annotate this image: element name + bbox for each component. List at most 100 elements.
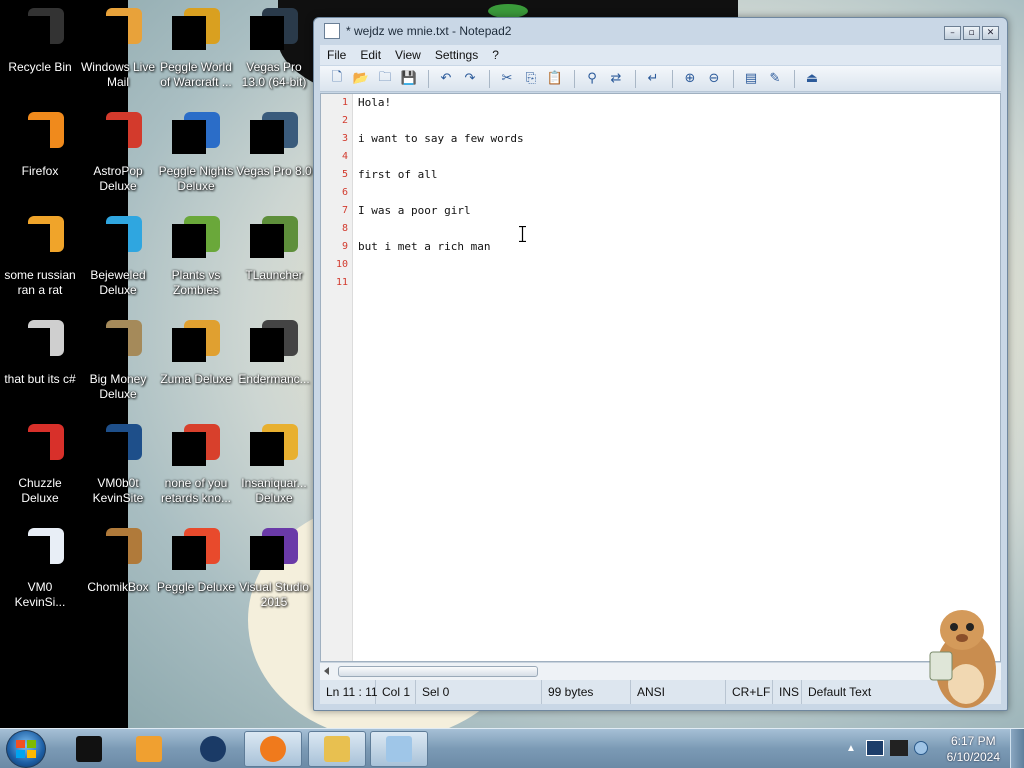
desktop-icon-label: Vegas Pro 8.0 <box>236 164 312 178</box>
zoom-out-icon[interactable]: ⊖ <box>703 69 725 89</box>
desktop-icon-peggle-nights-deluxe[interactable]: Peggle Nights Deluxe <box>156 112 236 194</box>
window-title: * wejdz we mnie.txt - Notepad2 <box>346 24 512 38</box>
menu-settings[interactable]: Settings <box>428 48 485 62</box>
desktop-icon-astropop-deluxe[interactable]: AstroPop Deluxe <box>78 112 158 194</box>
text-area[interactable]: Hola! i want to say a few words first of a… <box>358 94 1000 661</box>
desktop-icon-label: Chuzzle Deluxe <box>18 476 62 505</box>
cut-icon[interactable]: ✂ <box>496 69 518 89</box>
notepad2-window[interactable]: * wejdz we mnie.txt - Notepad2 – ▫ ✕ Fil… <box>313 17 1008 711</box>
desktop-icon-endermanch[interactable]: Endermanc... <box>234 320 314 387</box>
desktop-icon-label: VM0b0t KevinSite <box>92 476 144 505</box>
customize-icon[interactable]: ✎ <box>764 69 786 89</box>
wordwrap-icon[interactable]: ↵ <box>642 69 664 89</box>
desktop-icon-big-money-deluxe[interactable]: Big Money Deluxe <box>78 320 158 402</box>
tray-app-icon[interactable] <box>866 740 884 756</box>
status-bar: Ln 11 : 11 Col 1 Sel 0 99 bytes ANSI CR+… <box>320 680 1001 704</box>
start-button[interactable] <box>6 730 46 768</box>
taskbar-item-notepad2[interactable] <box>370 731 428 767</box>
desktop-icon-none-of-you[interactable]: none of you retards kno... <box>156 424 236 506</box>
redo-icon[interactable]: ↷ <box>459 69 481 89</box>
desktop-icon-some-russian-ran-a-rat[interactable]: some russian ran a rat <box>0 216 80 298</box>
desktop-icon-label: Endermanc... <box>238 372 310 386</box>
taskbar-item-media-player[interactable] <box>120 731 178 767</box>
text-line: i want to say a few words <box>358 132 524 145</box>
desktop-icon-zuma-deluxe[interactable]: Zuma Deluxe <box>156 320 236 387</box>
undo-icon[interactable]: ↶ <box>435 69 457 89</box>
open-icon[interactable]: 📂 <box>350 69 372 89</box>
desktop-icon-vm0b0t-kevinsite[interactable]: VM0b0t KevinSite <box>78 424 158 506</box>
scrollbar-thumb[interactable] <box>338 666 538 677</box>
tray-expand-icon[interactable]: ▲ <box>846 743 856 754</box>
editor[interactable]: 1 2 3 4 5 6 7 8 9 10 11 Hola! i want to say a few w… <box>320 93 1001 662</box>
desktop-icon-windows-live-mail[interactable]: Windows Live Mail <box>78 8 158 90</box>
desktop-icon-firefox[interactable]: Firefox <box>0 112 80 179</box>
find-icon[interactable]: ⚲ <box>581 69 603 89</box>
vm0b0t-kevinsite-icon <box>94 424 142 472</box>
close-button[interactable]: ✕ <box>982 26 999 40</box>
desktop-icon-peggle-deluxe[interactable]: Peggle Deluxe <box>156 528 236 595</box>
toolbar-separator <box>635 69 636 88</box>
taskbar-item-firefox[interactable] <box>244 731 302 767</box>
vegas-pro-8-icon <box>250 112 298 160</box>
desktop-icon-vegas-pro-8[interactable]: Vegas Pro 8.0 <box>234 112 314 179</box>
firefox-icon <box>260 736 286 762</box>
that-but-its-csharp-icon <box>16 320 64 368</box>
paste-icon[interactable]: 📋 <box>544 69 566 89</box>
menu-view[interactable]: View <box>388 48 428 62</box>
network-icon[interactable] <box>890 740 908 756</box>
media-player-icon <box>136 736 162 762</box>
replace-icon[interactable]: ⇄ <box>605 69 627 89</box>
hamster-mascot-icon <box>929 610 996 708</box>
window-controls: – ▫ ✕ <box>942 26 999 40</box>
desktop-icon-label: Insaniquar... Deluxe <box>241 476 307 505</box>
desktop-icon-label: Big Money Deluxe <box>89 372 147 401</box>
desktop-icon-recycle-bin[interactable]: Recycle Bin <box>0 8 80 75</box>
desktop-icon-label: Recycle Bin <box>8 60 72 74</box>
taskbar-item-globe[interactable] <box>184 731 242 767</box>
desktop-icon-bejeweled-deluxe[interactable]: Bejeweled Deluxe <box>78 216 158 298</box>
volume-icon[interactable] <box>914 741 928 755</box>
desktop-icon-chuzzle-deluxe[interactable]: Chuzzle Deluxe <box>0 424 80 506</box>
notepad-app-icon <box>324 23 340 39</box>
desktop-icon-vm0-kevinsite[interactable]: VM0 KevinSi... <box>0 528 80 610</box>
menu-help[interactable]: ? <box>485 48 506 62</box>
firefox-icon <box>16 112 64 160</box>
desktop-icon-visual-studio-2015[interactable]: Visual Studio 2015 <box>234 528 314 610</box>
zoom-in-icon[interactable]: ⊕ <box>679 69 701 89</box>
exit-icon[interactable]: ⏏ <box>801 69 823 89</box>
maximize-button[interactable]: ▫ <box>963 26 980 40</box>
astropop-deluxe-icon <box>94 112 142 160</box>
line-number: 9 <box>341 241 348 252</box>
desktop-icon-insaniquarium-deluxe[interactable]: Insaniquar... Deluxe <box>234 424 314 506</box>
desktop-icon-vegas-pro-13[interactable]: Vegas Pro 13.0 (64-bit) <box>234 8 314 90</box>
desktop-icon-label: ChomikBox <box>87 580 149 594</box>
copy-icon[interactable]: ⎘ <box>520 69 542 89</box>
scheme-icon[interactable]: ▤ <box>740 69 762 89</box>
taskbar-item-explorer[interactable] <box>308 731 366 767</box>
desktop-icon-plants-vs-zombies[interactable]: Plants vs Zombies <box>156 216 236 298</box>
browse-icon[interactable]: 🗀 <box>374 69 396 89</box>
save-icon[interactable]: 💾 <box>398 69 420 89</box>
line-number: 7 <box>341 205 348 216</box>
desktop-icon-peggle-world-of-warcraft[interactable]: Peggle World of Warcraft ... <box>156 8 236 90</box>
desktop-icon-that-but-its-csharp[interactable]: that but its c# <box>0 320 80 387</box>
desktop-icon-tlauncher[interactable]: TLauncher <box>234 216 314 283</box>
desktop-icon-label: Zuma Deluxe <box>160 372 232 386</box>
desktop-icon-label: Visual Studio 2015 <box>239 580 309 609</box>
peggle-nights-deluxe-icon <box>172 112 220 160</box>
horizontal-scrollbar[interactable] <box>320 662 1001 680</box>
desktop-icon-label: Peggle Deluxe <box>156 580 236 594</box>
title-bar[interactable]: * wejdz we mnie.txt - Notepad2 <box>314 18 1007 44</box>
menu-file[interactable]: File <box>320 48 353 62</box>
taskbar-item-blackbox[interactable] <box>60 731 118 767</box>
menu-edit[interactable]: Edit <box>353 48 388 62</box>
clock[interactable]: 6:17 PM 6/10/2024 <box>947 733 1000 765</box>
desktop-icon-chomikbox[interactable]: ChomikBox <box>78 528 158 595</box>
desktop-icon-label: TLauncher <box>245 268 303 282</box>
show-desktop-button[interactable] <box>1010 729 1024 768</box>
new-icon[interactable]: 🗋 <box>326 69 348 89</box>
toolbar-separator <box>672 69 673 88</box>
text-line: but i met a rich man <box>358 240 491 253</box>
scroll-left-icon[interactable] <box>324 667 329 675</box>
minimize-button[interactable]: – <box>944 26 961 40</box>
